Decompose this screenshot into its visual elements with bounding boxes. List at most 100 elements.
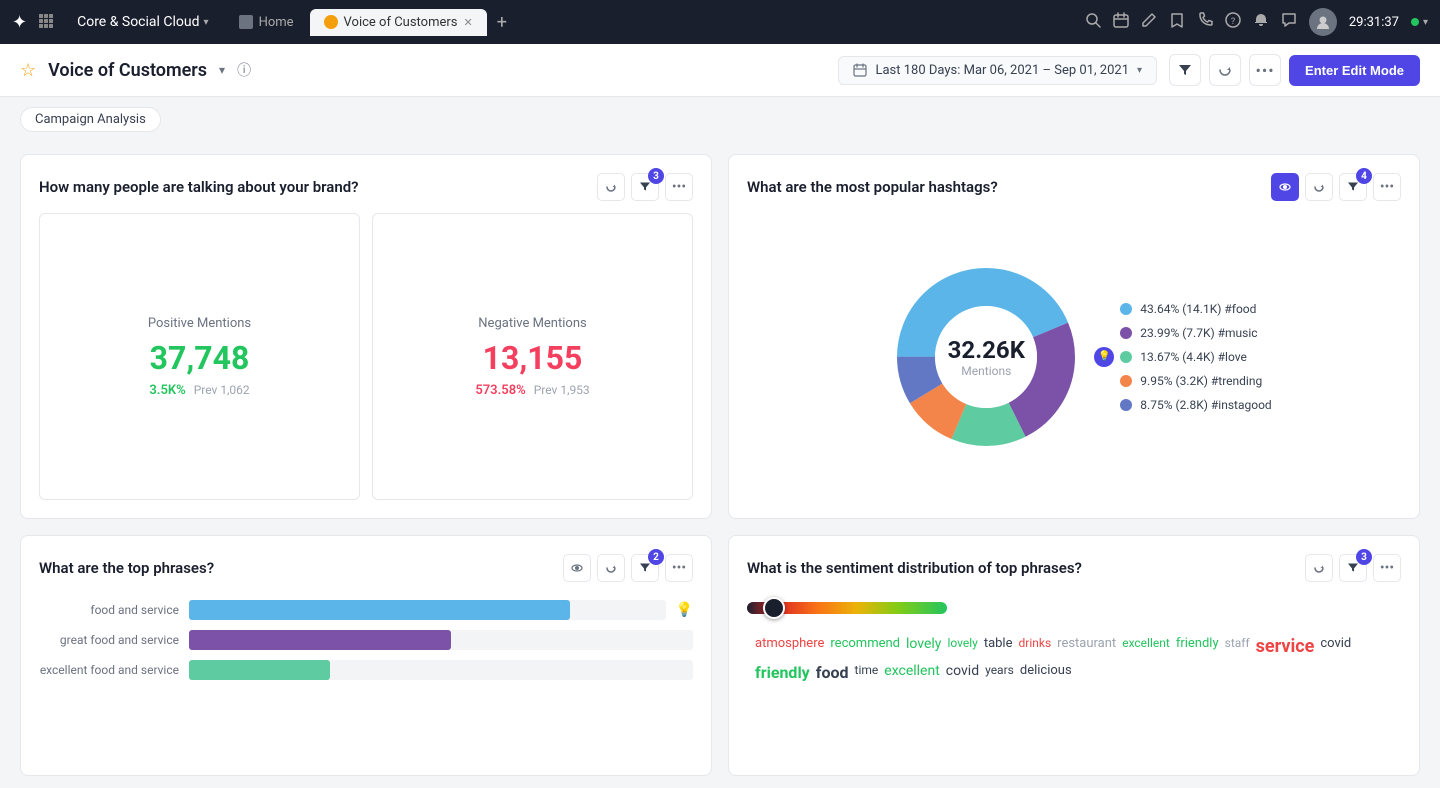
enter-edit-mode-button[interactable]: Enter Edit Mode [1289, 55, 1420, 86]
tab-voc-label: Voice of Customers [344, 15, 458, 30]
word-cloud-item[interactable]: table [984, 636, 1013, 657]
phrases-widget-header: What are the top phrases? 2 ••• [39, 554, 693, 582]
word-cloud-item[interactable]: excellent [884, 663, 940, 682]
word-cloud-item[interactable]: lovely [906, 636, 941, 657]
sentiment-filter-badge: 3 [1356, 549, 1372, 565]
sentiment-slider[interactable] [747, 602, 947, 614]
apps-grid-icon[interactable] [39, 13, 53, 32]
avatar[interactable] [1309, 8, 1337, 36]
legend-dot [1120, 303, 1132, 315]
legend-item: 9.95% (3.2K) #trending [1120, 374, 1271, 388]
mentions-more-button[interactable]: ••• [665, 173, 693, 201]
slider-thumb[interactable] [763, 597, 785, 619]
tab-voc[interactable]: Voice of Customers ✕ [310, 9, 487, 36]
legend-item: 8.75% (2.8K) #instagood [1120, 398, 1271, 412]
hashtags-more-icon: ••• [1380, 179, 1394, 195]
word-cloud-item[interactable]: food [816, 663, 849, 682]
hashtags-eye-button[interactable] [1271, 173, 1299, 201]
notification-icon[interactable] [1253, 12, 1269, 32]
phrases-refresh-button[interactable] [597, 554, 625, 582]
word-cloud-item[interactable]: covid [946, 663, 979, 682]
add-tab-button[interactable]: + [489, 8, 515, 37]
search-icon[interactable] [1085, 12, 1101, 32]
bar-track [189, 660, 693, 680]
negative-mentions-card: Negative Mentions 13,155 573.58% Prev 1,… [372, 213, 693, 500]
word-cloud-item[interactable]: delicious [1020, 663, 1072, 682]
bar-row: great food and service [39, 630, 693, 650]
phrases-widget-actions: 2 ••• [563, 554, 693, 582]
nav-actions: ? 29:31:37 ▾ [1085, 8, 1428, 36]
legend-label: 43.64% (14.1K) #food [1140, 302, 1256, 316]
help-icon[interactable]: ? [1225, 12, 1241, 32]
phrases-eye-button[interactable] [563, 554, 591, 582]
title-chevron-icon[interactable]: ▾ [219, 63, 225, 77]
hashtags-widget: What are the most popular hashtags? 4 ••… [728, 154, 1420, 519]
word-cloud-item[interactable]: excellent [1122, 636, 1170, 657]
word-cloud-item[interactable]: drinks [1019, 636, 1052, 657]
phrases-filter-button[interactable]: 2 [631, 554, 659, 582]
tab-home-label: Home [259, 15, 294, 30]
positive-mentions-label: Positive Mentions [148, 316, 251, 331]
bar-track [189, 630, 693, 650]
calendar-icon[interactable] [1113, 12, 1129, 32]
refresh-button[interactable] [1209, 54, 1241, 86]
donut-label: Mentions [948, 364, 1025, 378]
word-cloud-item[interactable]: covid [1320, 636, 1351, 657]
word-cloud-item[interactable]: time [855, 663, 879, 682]
main-content: How many people are talking about your b… [0, 142, 1440, 788]
sentiment-widget: What is the sentiment distribution of to… [728, 535, 1420, 776]
bookmark-icon[interactable] [1169, 12, 1185, 32]
mentions-more-icon: ••• [672, 179, 686, 195]
chat-icon[interactable] [1281, 12, 1297, 32]
refresh-icon [1218, 63, 1232, 77]
phone-icon[interactable] [1197, 12, 1213, 32]
favorite-icon[interactable]: ☆ [20, 60, 36, 81]
mentions-widget-actions: 3 ••• [597, 173, 693, 201]
tab-close-icon[interactable]: ✕ [463, 16, 472, 29]
filter-button[interactable] [1169, 54, 1201, 86]
word-cloud-item[interactable]: friendly [755, 663, 810, 682]
word-cloud-item[interactable]: restaurant [1057, 636, 1116, 657]
campaign-analysis-filter[interactable]: Campaign Analysis [20, 107, 161, 132]
mentions-refresh-button[interactable] [597, 173, 625, 201]
tab-home[interactable]: Home [225, 9, 308, 36]
hashtags-filter-button[interactable]: 4 [1339, 173, 1367, 201]
word-cloud-item[interactable]: service [1256, 636, 1315, 657]
word-cloud-item[interactable]: staff [1225, 636, 1250, 657]
word-cloud-item[interactable]: atmosphere [755, 636, 824, 657]
mentions-widget: How many people are talking about your b… [20, 154, 712, 519]
sentiment-more-icon: ••• [1380, 560, 1394, 576]
hashtags-more-button[interactable]: ••• [1373, 173, 1401, 201]
more-button[interactable]: ••• [1249, 54, 1281, 86]
mentions-widget-header: How many people are talking about your b… [39, 173, 693, 201]
hashtags-filter-badge: 4 [1356, 168, 1372, 184]
nav-status[interactable]: ▾ [1411, 17, 1428, 28]
negative-mentions-value: 13,155 [483, 339, 583, 377]
status-chevron-icon: ▾ [1423, 17, 1428, 28]
nav-tabs: Home Voice of Customers ✕ + [225, 8, 1077, 37]
word-cloud-item[interactable]: friendly [1176, 636, 1219, 657]
date-range-picker[interactable]: Last 180 Days: Mar 06, 2021 – Sep 01, 20… [838, 56, 1157, 85]
sentiment-filter-button[interactable]: 3 [1339, 554, 1367, 582]
hashtags-widget-header: What are the most popular hashtags? 4 ••… [747, 173, 1401, 201]
bar-hint-icon[interactable]: 💡 [676, 602, 693, 618]
hashtags-refresh-button[interactable] [1305, 173, 1333, 201]
phrases-widget-title: What are the top phrases? [39, 559, 214, 577]
edit-icon[interactable] [1141, 12, 1157, 32]
mentions-filter-button[interactable]: 3 [631, 173, 659, 201]
word-cloud-item[interactable]: years [985, 663, 1014, 682]
sentiment-refresh-button[interactable] [1305, 554, 1333, 582]
negative-mentions-footer: 573.58% Prev 1,953 [475, 383, 589, 398]
filter-section: Campaign Analysis [0, 97, 1440, 142]
sentiment-more-button[interactable]: ••• [1373, 554, 1401, 582]
donut-hint-icon[interactable]: 💡 [1094, 347, 1114, 367]
positive-mentions-footer: 3.5K% Prev 1,062 [149, 383, 249, 398]
bar-label: great food and service [39, 633, 179, 647]
word-cloud-item[interactable]: recommend [830, 636, 900, 657]
toolbar-actions: ••• Enter Edit Mode [1169, 54, 1420, 86]
phrases-more-button[interactable]: ••• [665, 554, 693, 582]
info-icon[interactable]: ⓘ [237, 60, 251, 80]
product-switcher[interactable]: Core & Social Cloud ▾ [69, 10, 216, 34]
word-cloud-item[interactable]: lovely [947, 636, 977, 657]
bar-fill [189, 600, 570, 620]
